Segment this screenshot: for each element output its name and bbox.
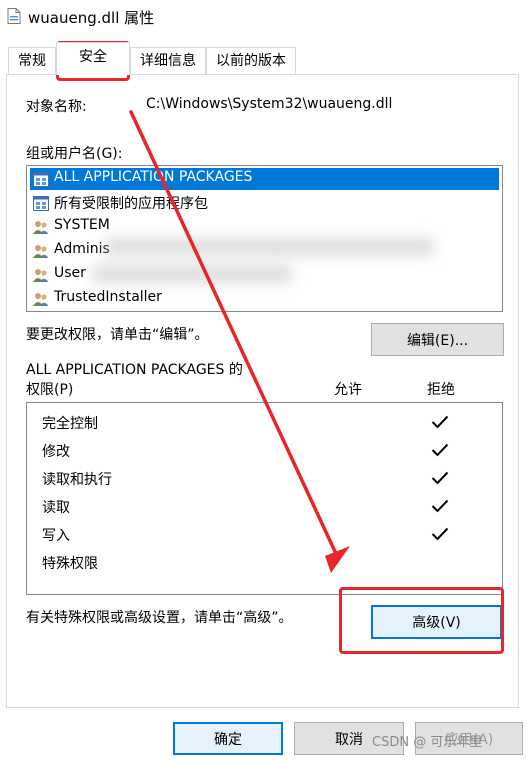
watermark-text: CSDN @ 可乐年里 (372, 735, 483, 750)
tab-security[interactable]: 安全 (56, 42, 130, 75)
annotation-arrow (129, 110, 350, 573)
tab-label: 安全 (79, 49, 107, 65)
